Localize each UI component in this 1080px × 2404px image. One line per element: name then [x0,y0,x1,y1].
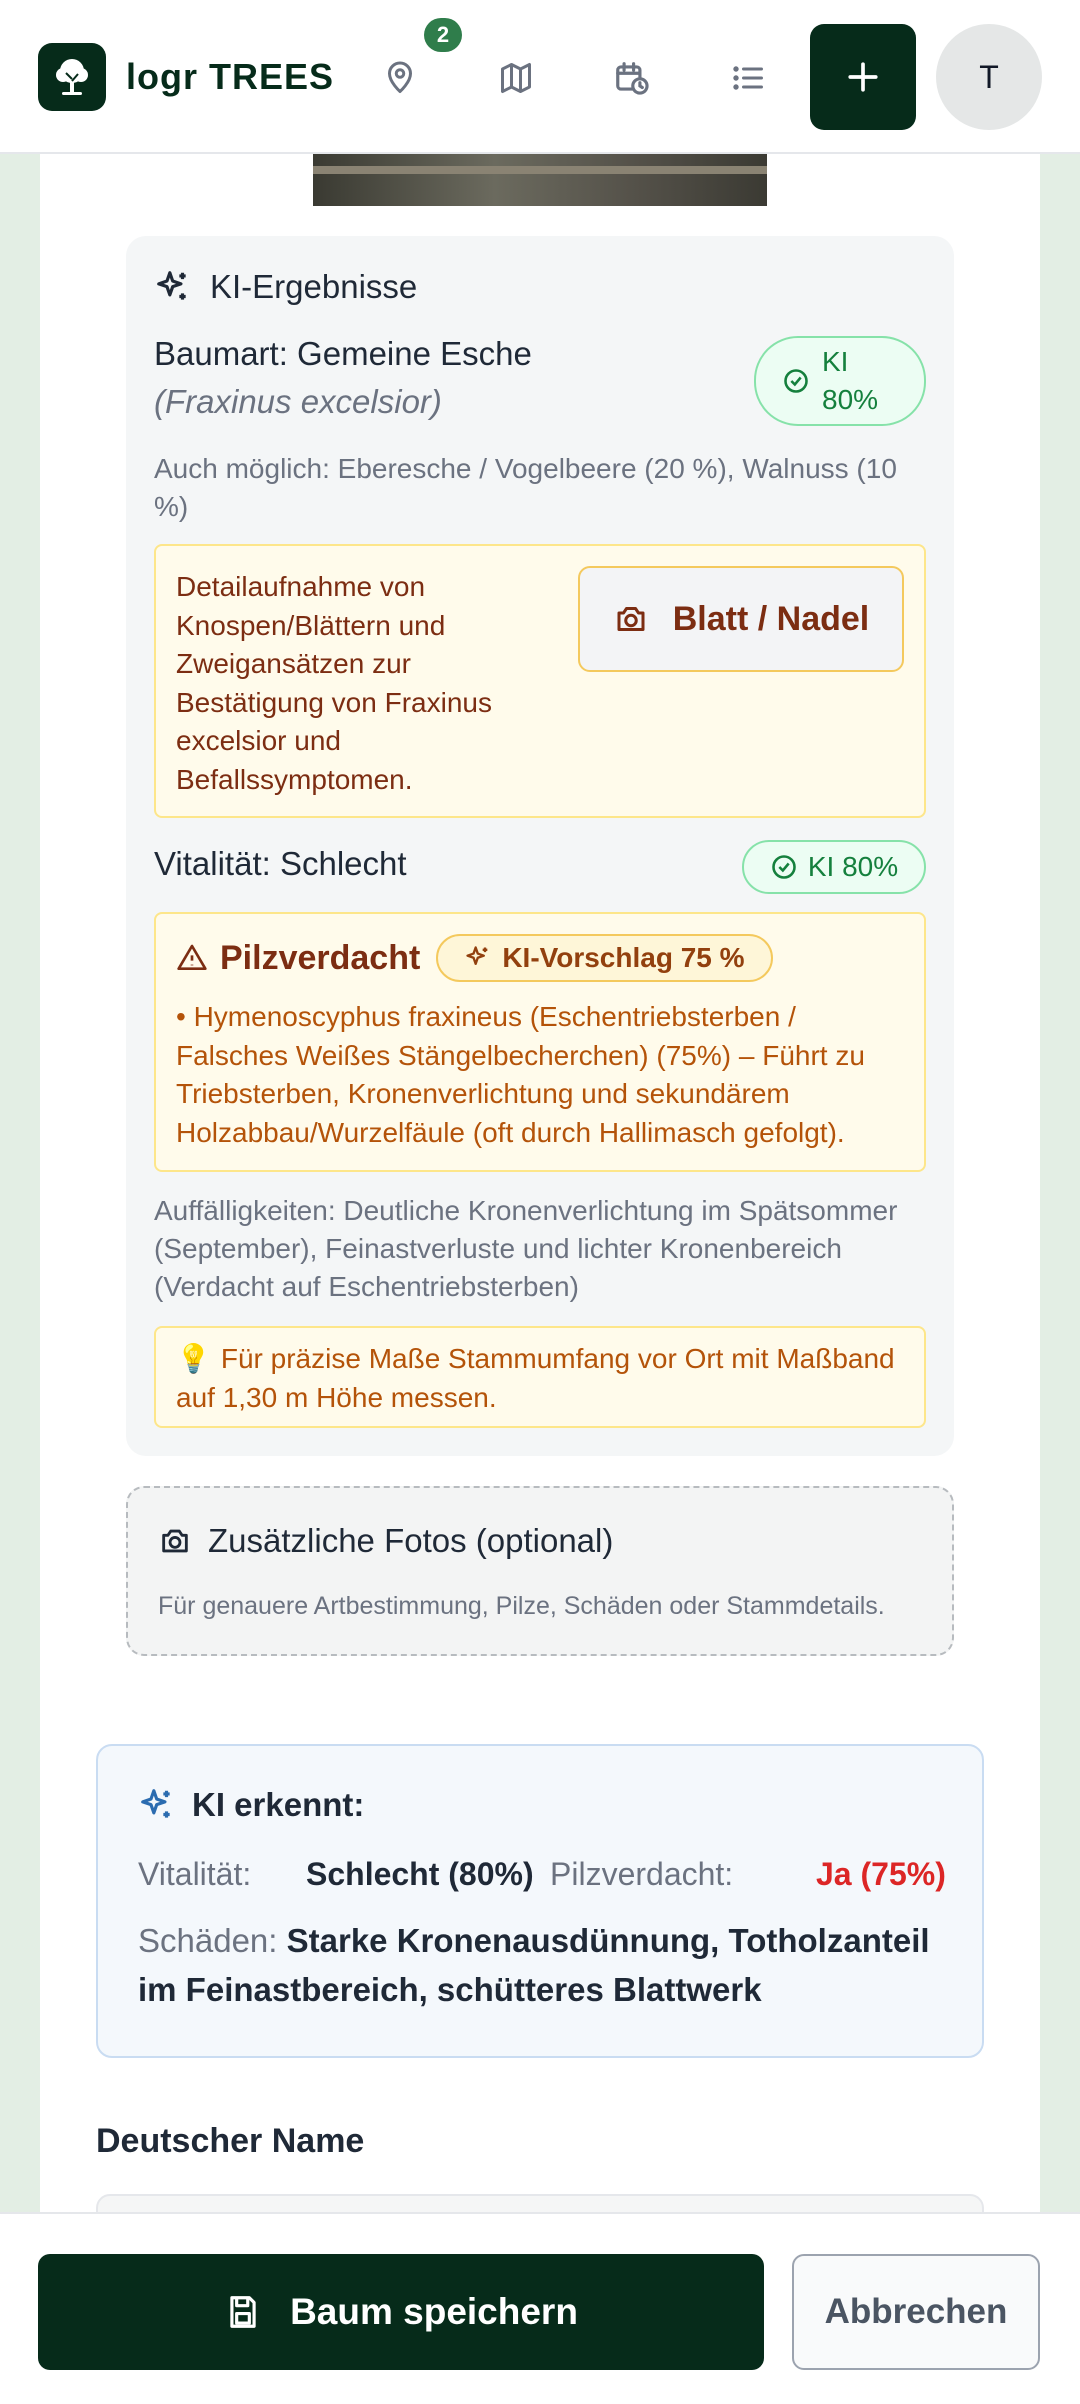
lightbulb-icon: 💡 [176,1343,211,1374]
background-left [0,0,40,2404]
additional-photos-title: Zusätzliche Fotos (optional) [208,1522,614,1559]
vitality-confidence-badge: KI 80% [742,840,926,894]
detail-photo-hint-text: Detailaufnahme von Knospen/Blättern und … [176,571,492,795]
check-circle-icon [784,369,808,393]
tree-photo [313,154,767,206]
avatar[interactable]: T [936,24,1042,130]
save-icon [230,2296,256,2328]
plus-icon [848,62,878,92]
damage-summary: Schäden: Starke Kronenausdünnung, Tothol… [138,1922,930,2008]
map-pin-icon[interactable] [372,50,428,106]
additional-photos-dropzone[interactable]: Zusätzliche Fotos (optional) Für genauer… [126,1486,954,1656]
save-tree-button[interactable]: Baum speichern [38,2254,764,2370]
app-header: logr TREES 2 T [0,0,1080,154]
cancel-button[interactable]: Abbrechen [792,2254,1040,2370]
german-name-label: Deutscher Name [96,2122,365,2160]
vitality-summary-label: Vitalität: [138,1856,252,1892]
calendar-icon[interactable] [604,50,660,106]
vitality-summary-value: Schlecht (80%) [306,1856,534,1892]
fungus-ki-badge: KI-Vorschlag 75 % [436,934,773,982]
sparkles-icon [157,271,186,300]
abnormalities-text: Auffälligkeiten: Deutliche Kronenverlich… [154,1195,898,1302]
species-confidence-badge: KI 80% [754,336,926,426]
vitality-label: Vitalität: Schlecht [154,845,407,882]
check-circle-icon [772,855,796,879]
list-icon[interactable] [720,50,776,106]
sparkles-icon [466,946,488,965]
tree-logo-icon[interactable] [38,43,106,111]
background-right [1040,0,1080,2404]
detail-photo-hint: Detailaufnahme von Knospen/Blättern und … [154,544,926,818]
map-icon[interactable] [488,50,544,106]
measure-tip-box: 💡 Für präzise Maße Stammumfang vor Ort mi… [154,1326,926,1428]
ki-results-card: KI-Ergebnisse Baumart: Gemeine Esche (Fr… [126,236,954,1456]
fungus-summary-label: Pilzverdacht: [550,1856,734,1892]
fungus-header: Pilzverdacht KI-Vorschlag 75 % [176,934,773,982]
species-label: Baumart: Gemeine Esche (Fraxinus excelsi… [154,335,532,420]
camera-icon [617,607,645,631]
additional-photos-subtitle: Für genauere Artbestimmung, Pilze, Schäd… [158,1592,885,1620]
fungus-detail-text: • Hymenoscyphus fraxineus (Eschentriebst… [176,1001,865,1148]
ki-summary-title: KI erkennt: [192,1786,365,1823]
add-tree-button[interactable] [810,24,916,130]
notification-badge: 2 [424,18,462,52]
fungus-summary-value: Ja (75%) [816,1856,946,1892]
sparkles-icon [141,1789,170,1818]
action-footer: Baum speichern Abbrechen [0,2212,1080,2404]
ki-summary-card: KI erkennt: Vitalität: Schlecht (80%) Pi… [96,1744,984,2058]
also-possible-text: Auch möglich: Eberesche / Vogelbeere (20… [154,453,897,522]
fungus-title: Pilzverdacht [220,938,421,977]
app-name: logr TREES [126,56,335,97]
ki-results-title: KI-Ergebnisse [154,268,417,306]
warning-triangle-icon [177,944,207,970]
leaf-photo-button[interactable]: Blatt / Nadel [578,566,904,672]
camera-icon [162,1529,188,1553]
measure-tip: 💡 Für präzise Maße Stammumfang vor Ort mi… [176,1343,895,1413]
fungus-warning-box: Pilzverdacht KI-Vorschlag 75 % • Hymenos… [154,912,926,1172]
